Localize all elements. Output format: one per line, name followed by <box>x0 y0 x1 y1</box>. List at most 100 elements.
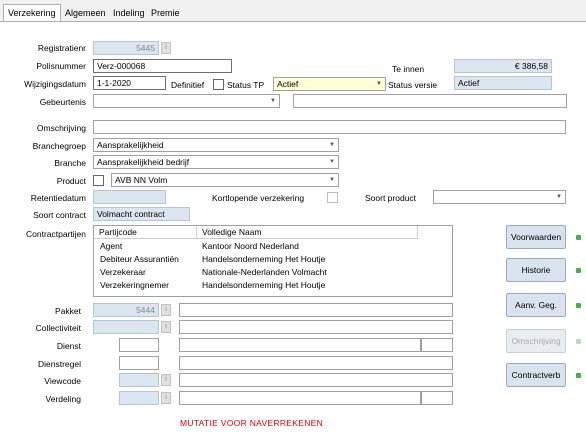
dienstregel-label: Dienstregel <box>38 359 81 369</box>
polisnummer-label: Polisnummer <box>36 61 86 71</box>
registratienr-field: 5445 <box>93 41 159 55</box>
soort-product-select[interactable]: ▼ <box>433 190 566 204</box>
contractverb-button[interactable]: Contractverb <box>506 363 566 387</box>
retentiedatum-label: Retentiedatum <box>30 193 86 203</box>
verdeling-info-icon[interactable]: i <box>161 392 171 404</box>
table-row[interactable]: Agent Kantoor Noord Nederland <box>94 240 452 253</box>
product-checkbox[interactable] <box>93 175 104 186</box>
pakket-field: 5444 <box>93 303 159 317</box>
status-versie-field: Actief <box>454 76 552 90</box>
verdeling-label: Verdeling <box>45 394 81 404</box>
gebeurtenis-detail-input[interactable] <box>293 94 567 108</box>
omschrijving-input[interactable] <box>93 120 566 134</box>
verdeling-omschrijving-field <box>179 391 421 405</box>
collectiviteit-label: Collectiviteit <box>35 323 81 333</box>
verdeling-extra-field <box>421 391 453 405</box>
table-row[interactable]: Debiteur Assurantiën Handelsonderneming … <box>94 253 452 266</box>
historie-status-indicator <box>576 268 581 273</box>
aanv-geg-status-indicator <box>576 303 581 308</box>
voorwaarden-button[interactable]: Voorwaarden <box>506 225 566 249</box>
retentiedatum-field <box>93 190 166 204</box>
gebeurtenis-label: Gebeurtenis <box>39 97 86 107</box>
soort-contract-label: Soort contract <box>33 210 86 220</box>
verdeling-field <box>119 391 159 405</box>
row-partijcode: Debiteur Assurantiën <box>100 254 179 264</box>
viewcode-label: Viewcode <box>44 376 81 386</box>
row-volledige-naam: Handelsonderneming Het Houtje <box>202 280 326 290</box>
product-select[interactable]: AVB NN Volm ▼ <box>111 173 339 187</box>
contractpartijen-table[interactable]: Partijcode Volledige Naam Agent Kantoor … <box>93 225 453 297</box>
tab-bar: Verzekering Algemeen Indeling Premie <box>0 0 586 22</box>
branche-label: Branche <box>54 158 86 168</box>
chevron-down-icon: ▼ <box>329 177 335 183</box>
registratienr-label: Registratienr <box>37 43 86 53</box>
viewcode-omschrijving-field <box>179 373 453 387</box>
row-volledige-naam: Handelsonderneming Het Houtje <box>202 254 326 264</box>
contractverb-status-indicator <box>576 373 581 378</box>
dienst-label: Dienst <box>56 341 81 351</box>
pakket-label: Pakket <box>55 306 81 316</box>
row-partijcode: Verzekeraar <box>100 267 146 277</box>
row-partijcode: Agent <box>100 241 123 251</box>
collectiviteit-info-icon[interactable]: i <box>161 321 171 333</box>
pakket-info-icon[interactable]: i <box>161 304 171 316</box>
te-innen-label: Te innen <box>392 64 425 74</box>
definitief-label: Definitief <box>171 80 205 90</box>
row-volledige-naam: Kantoor Noord Nederland <box>202 241 299 251</box>
wijzigingsdatum-input[interactable]: 1-1-2020 <box>93 76 166 90</box>
polisnummer-input[interactable]: Verz-000068 <box>93 59 232 73</box>
kortlopende-checkbox[interactable] <box>327 192 338 203</box>
branchegroep-value: Aansprakelijkheid <box>97 140 164 150</box>
branche-select[interactable]: Aansprakelijkheid bedrijf ▼ <box>93 155 339 169</box>
status-tp-select[interactable]: Actief ▼ <box>273 77 386 91</box>
branchegroep-select[interactable]: Aansprakelijkheid ▼ <box>93 138 339 152</box>
product-value: AVB NN Volm <box>115 175 168 185</box>
dienst-omschrijving-field <box>179 338 421 352</box>
collectiviteit-field <box>93 320 159 334</box>
contractpartijen-label: Contractpartijen <box>25 229 86 239</box>
column-header-volledige-naam[interactable]: Volledige Naam <box>197 226 418 239</box>
column-header-partijcode[interactable]: Partijcode <box>94 226 197 239</box>
tab-premie[interactable]: Premie <box>149 6 182 20</box>
gebeurtenis-select[interactable]: ▼ <box>93 94 280 108</box>
registratienr-info-icon[interactable]: i <box>161 42 171 54</box>
dienst-field <box>119 338 159 352</box>
chevron-down-icon: ▼ <box>270 98 276 104</box>
chevron-down-icon: ▼ <box>376 81 382 87</box>
wijzigingsdatum-label: Wijzigingsdatum <box>24 79 86 89</box>
dienstregel-field <box>119 356 159 370</box>
omschrijving-button[interactable]: Omschrijving <box>506 329 566 353</box>
row-partijcode: Verzekeringnemer <box>100 280 169 290</box>
tab-algemeen[interactable]: Algemeen <box>63 6 108 20</box>
mutatie-status-message: MUTATIE VOOR NAVERREKENEN <box>180 418 324 428</box>
aanv-geg-button[interactable]: Aanv. Geg. <box>506 293 566 317</box>
kortlopende-label: Kortlopende verzekering <box>212 193 305 203</box>
table-row[interactable]: Verzekeraar Nationale-Nederlanden Volmac… <box>94 266 452 279</box>
product-label: Product <box>56 176 86 186</box>
branche-value: Aansprakelijkheid bedrijf <box>97 157 190 167</box>
soort-contract-field: Volmacht contract <box>93 207 190 221</box>
voorwaarden-status-indicator <box>576 235 581 240</box>
collectiviteit-omschrijving-field <box>179 320 453 334</box>
status-versie-label: Status versie <box>388 80 438 90</box>
omschrijving-label: Omschrijving <box>36 123 86 133</box>
status-tp-label: Status TP <box>227 80 265 90</box>
dienstregel-omschrijving-field <box>179 356 453 370</box>
status-tp-value: Actief <box>277 79 299 89</box>
soort-product-label: Soort product <box>365 193 417 203</box>
chevron-down-icon: ▼ <box>329 159 335 165</box>
tab-verzekering[interactable]: Verzekering <box>3 4 61 22</box>
row-volledige-naam: Nationale-Nederlanden Volmacht <box>202 267 327 277</box>
chevron-down-icon: ▼ <box>329 142 335 148</box>
pakket-omschrijving-field <box>179 303 453 317</box>
te-innen-field: € 386,58 <box>454 59 552 73</box>
historie-button[interactable]: Historie <box>506 258 566 282</box>
viewcode-field <box>119 373 159 387</box>
definitief-checkbox[interactable] <box>213 79 224 90</box>
branchegroep-label: Branchegroep <box>32 141 86 151</box>
tab-indeling[interactable]: Indeling <box>111 6 147 20</box>
viewcode-info-icon[interactable]: i <box>161 374 171 386</box>
omschrijving-status-indicator <box>576 339 581 344</box>
chevron-down-icon: ▼ <box>556 194 562 200</box>
table-row[interactable]: Verzekeringnemer Handelsonderneming Het … <box>94 279 452 292</box>
